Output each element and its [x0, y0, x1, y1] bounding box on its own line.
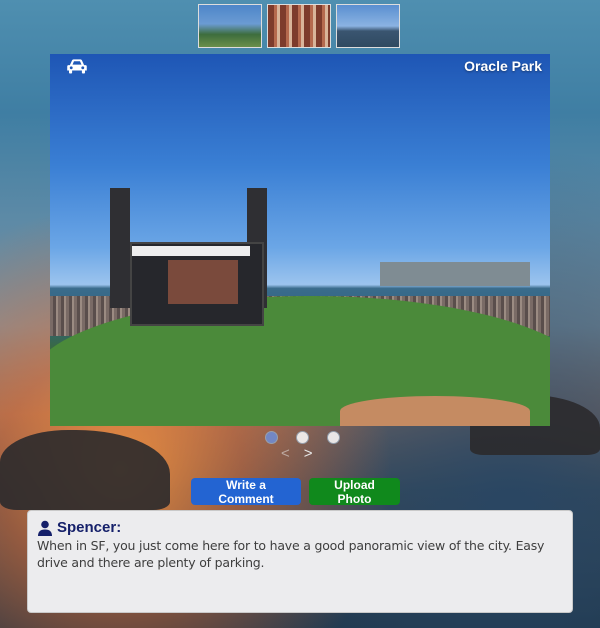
next-slide-button[interactable]: > [304, 446, 313, 461]
slide-dot-2[interactable] [296, 431, 309, 444]
thumbnail-strip [198, 4, 400, 48]
photo-scoreboard-screen [168, 260, 238, 304]
photo-title: Oracle Park [464, 58, 542, 74]
brick-building-thumbnail[interactable] [267, 4, 331, 48]
action-buttons: Write a Comment Upload Photo [191, 478, 400, 506]
slide-arrows: < > [281, 446, 313, 461]
comment-text: When in SF, you just come here for to ha… [37, 538, 545, 570]
slide-dot-1[interactable] [265, 431, 278, 444]
user-icon [38, 520, 52, 536]
previous-slide-button[interactable]: < [281, 446, 290, 461]
bay-pier-thumbnail[interactable] [336, 4, 400, 48]
write-comment-button[interactable]: Write a Comment [191, 478, 301, 506]
main-photo: Oracle Park [50, 54, 550, 426]
slide-dot-3[interactable] [327, 431, 340, 444]
comment-card: Spencer: When in SF, you just come here … [27, 510, 573, 613]
photo-scoreboard-banner [132, 246, 250, 256]
photo-light-tower-left [110, 188, 130, 308]
slide-indicators [265, 431, 340, 444]
background-rock-left [0, 430, 170, 510]
comment-header: Spencer: [37, 519, 563, 536]
ballpark-thumbnail[interactable] [198, 4, 262, 48]
car-icon [67, 59, 87, 74]
comment-author: Spencer: [57, 519, 122, 536]
photo-infield [340, 396, 530, 426]
upload-photo-button[interactable]: Upload Photo [309, 478, 400, 506]
photo-ship [380, 262, 530, 286]
